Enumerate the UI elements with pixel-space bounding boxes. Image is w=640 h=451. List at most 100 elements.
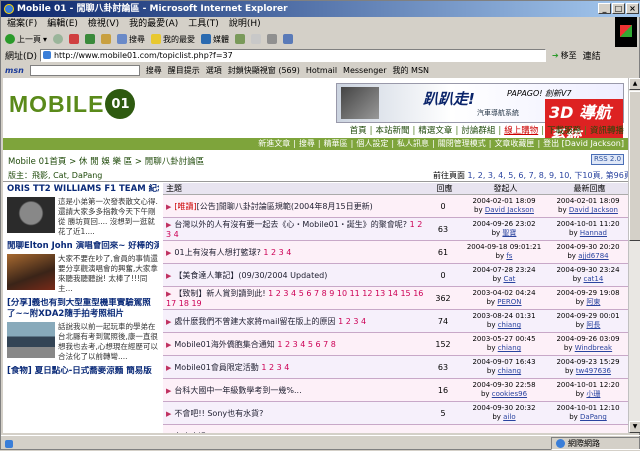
featured-title[interactable]: 閒聊Elton John 演唱會回來~ 好棒的演唱會 [7,241,159,252]
featured-title[interactable]: ORIS TT2 WILLIAMS F1 TEAM 紀念錶 [7,184,159,195]
last-reply-user-link[interactable]: tw497636 [576,367,611,375]
messenger-button[interactable]: Messenger [343,66,386,75]
papago-banner-ad[interactable]: 趴趴走! PAPAGO! 創新V7 汽車導航系統 3D 導航系統 [336,83,624,147]
home-button[interactable] [101,34,112,44]
author-link[interactable]: ailo [503,413,515,421]
subnav-messages[interactable]: 私人訊息 [397,138,429,150]
last-reply-user-link[interactable]: 阿東 [586,298,600,306]
last-reply-user-link[interactable]: Hannad [580,229,607,237]
author-link[interactable]: chiang [498,344,521,352]
featured-item[interactable]: ORIS TT2 WILLIAMS F1 TEAM 紀念錶 這是小弟第一次發表散… [7,184,159,237]
edit-button[interactable] [283,34,294,44]
menu-help[interactable]: 說明(H) [229,17,261,31]
featured-item[interactable]: [食物] 夏日點心-日式蕎麥涼麵 簡易版 [7,366,159,377]
topic-pages[interactable]: 1 2 3 4 [261,363,289,372]
forward-button[interactable] [53,34,64,44]
featured-item[interactable]: 閒聊Elton John 演唱會回來~ 好棒的演唱會 大家不要在吵了,會員的事情… [7,241,159,294]
topic-link[interactable]: 【美食達人筆記】(09/30/2004 Updated) [174,271,327,280]
author-link[interactable]: PERON [497,298,521,306]
history-button[interactable] [235,34,246,44]
topic-pages[interactable]: 1 2 3 4 5 6 7 8 [277,340,336,349]
nav-news[interactable]: 本站新聞 [376,124,410,138]
topic-link[interactable]: 01上有沒有人想打籃球? [174,248,260,257]
back-button[interactable]: 上一頁 ▾ [5,34,47,45]
print-button[interactable] [267,34,278,44]
topic-link[interactable]: 台科大國中一年級數學考到一幾%... [174,386,301,395]
breadcrumb[interactable]: Mobile 01首頁 > 休 閒 娛 樂 區 > 閒聊八卦討論區 [8,155,204,167]
nav-shopping[interactable]: 線上購物 [504,124,538,138]
msn-highlight-button[interactable]: 醒目提示 [168,65,200,76]
mail-button[interactable] [251,34,262,44]
my-msn-button[interactable]: 我的 MSN [393,65,430,76]
maximize-button[interactable]: □ [612,3,625,14]
topic-link[interactable]: [公告]閒聊八卦討論區規範(2004年8月15日更新) [197,202,373,211]
pagination-links[interactable]: 1, 2, 3, 4, 5, 6, 7, 8, 9, 10, 下10頁, 第96… [468,171,628,180]
nav-broadcast[interactable]: 資訊轉播 [590,124,624,138]
subnav-bookmarks[interactable]: 文章收藏匣 [494,138,534,150]
topic-pages[interactable]: 1 2 3 4 [338,317,366,326]
media-button[interactable]: 媒體 [201,34,229,45]
topic-link[interactable]: 【致制】新人賞到讀到此! [174,289,265,298]
search-button[interactable]: 搜尋 [117,34,145,45]
msn-search-input[interactable] [29,64,140,76]
author-link[interactable]: Cat [503,275,515,283]
subnav-digest[interactable]: 精華區 [324,138,348,150]
menu-edit[interactable]: 編輯(E) [47,17,78,31]
nav-downloads[interactable]: 下載服務 [547,124,581,138]
topic-link[interactable]: 不會吧!! Sony也有水貨? [174,409,263,418]
stop-button[interactable] [69,34,80,44]
msn-logo[interactable]: msn [5,66,24,75]
subnav-admin-mode[interactable]: 關閉管理模式 [438,138,486,150]
close-button[interactable]: × [626,3,639,14]
hotmail-button[interactable]: Hotmail [306,66,337,75]
scroll-down-arrow-icon[interactable]: ▼ [629,421,640,433]
last-reply-user-link[interactable]: Windbreak [575,344,612,352]
subnav-settings[interactable]: 個人設定 [356,138,388,150]
rss-button[interactable]: RSS 2.0 [591,154,624,165]
topic-link[interactable]: 處什麼我們不曾建大家將mail留在版上的原因 [174,317,335,326]
last-reply-user-link[interactable]: DaPang [580,413,607,421]
minimize-button[interactable]: _ [598,3,611,14]
subnav-new-posts[interactable]: 新進文章 [258,138,290,150]
msn-options-button[interactable]: 選項 [206,65,222,76]
menu-favorites[interactable]: 我的最愛(A) [129,17,178,31]
last-reply-user-link[interactable]: cat14 [584,275,604,283]
scroll-thumb[interactable] [629,91,640,241]
topic-link[interactable]: Mobile01會員限定活動 [174,363,258,372]
author-link[interactable]: cookies96 [492,390,527,398]
featured-thumbnail[interactable] [7,254,55,290]
nav-featured[interactable]: 精選文章 [418,124,452,138]
links-label[interactable]: 連結 [583,49,601,62]
author-link[interactable]: chiang [498,367,521,375]
favorites-button[interactable]: 我的最愛 [151,34,195,45]
address-input[interactable]: http://www.mobile01.com/topiclist.php?f=… [39,48,546,62]
author-link[interactable]: David Jackson [485,206,534,214]
topic-pages[interactable]: 1 2 3 4 [263,248,291,257]
site-logo[interactable]: MOBILE 01 [9,89,136,119]
last-reply-user-link[interactable]: 阿長 [586,321,600,329]
menu-file[interactable]: 檔案(F) [7,17,37,31]
subnav-logout[interactable]: 登出 [David Jackson] [543,138,624,150]
featured-title[interactable]: [食物] 夏日點心-日式蕎麥涼麵 簡易版 [7,366,159,377]
go-button[interactable]: ➔ 移至 [549,50,580,61]
last-reply-user-link[interactable]: David Jackson [569,206,618,214]
subnav-search[interactable]: 搜尋 [299,138,315,150]
featured-thumbnail[interactable] [7,322,55,358]
topic-link[interactable]: 有人去過… [174,432,214,434]
scroll-up-arrow-icon[interactable]: ▲ [629,78,640,90]
last-reply-user-link[interactable]: 小珊 [586,390,600,398]
popup-blocker-button[interactable]: 封鎖快顯視窗 (569) [228,65,300,76]
menu-tools[interactable]: 工具(T) [188,17,219,31]
msn-search-button[interactable]: 搜尋 [146,65,162,76]
last-reply-user-link[interactable]: ajjd6784 [578,252,608,260]
featured-thumbnail[interactable] [7,197,55,233]
author-link[interactable]: fs [506,252,512,260]
topic-link[interactable]: Mobile01海外僑胞集合通知 [174,340,274,349]
vertical-scrollbar[interactable]: ▲ ▼ [628,78,640,433]
nav-forums[interactable]: 討論群組 [461,124,495,138]
author-link[interactable]: 聖寶 [502,229,516,237]
topic-link[interactable]: 台灣以外的人有沒有要一起去《心・Mobile01・誕生》的聚會呢? [174,220,407,229]
author-link[interactable]: chiang [498,321,521,329]
featured-item[interactable]: [分享]義也有到大型重型機車實驗駕照了~~附XDA2隨手拍考照相片 話說我以前一… [7,298,159,362]
refresh-button[interactable] [85,34,96,44]
